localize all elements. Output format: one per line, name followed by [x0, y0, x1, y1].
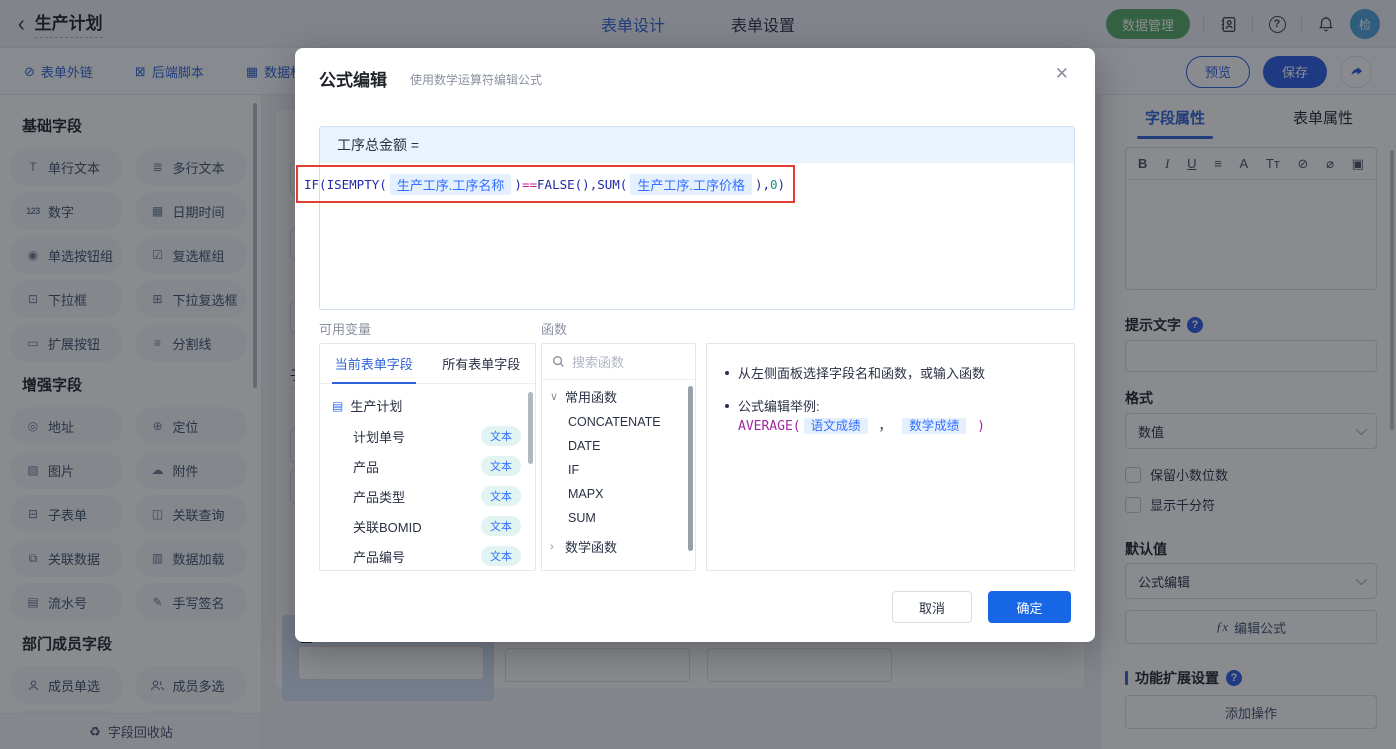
function-group-expanded[interactable]: ∨ 常用函数: [542, 380, 695, 410]
chevron-right-icon: ›: [550, 571, 560, 572]
variable-list: 计划单号文本产品文本产品类型文本关联BOMID文本产品编号文本产品名称文本: [320, 421, 535, 570]
dialog-title: 公式编辑: [319, 71, 387, 90]
field-token: 数学成绩: [902, 418, 967, 434]
variable-name: 计划单号: [353, 429, 406, 445]
functions-scrollbar[interactable]: [688, 386, 693, 551]
variable-tabs: 当前表单字段 所有表单字段: [320, 344, 535, 384]
form-doc-icon: ▤: [332, 398, 344, 413]
formula-token: FALSE(),SUM(: [537, 176, 628, 192]
functions-label: 函数: [541, 322, 568, 337]
function-item[interactable]: IF: [542, 458, 695, 482]
variable-type-badge: 文本: [481, 546, 521, 566]
formula-token: ),: [754, 176, 771, 192]
field-token: 语文成绩: [803, 418, 868, 434]
app-root: ‹ 生产计划 表单设计表单设置 数据管理 ? 检 ⊘表单外链⊠后端脚本▦数据权 …: [0, 0, 1396, 749]
bullet-icon: [725, 371, 729, 375]
dialog-subtitle: 使用数学运算符编辑公式: [410, 73, 543, 87]
variable-item[interactable]: 产品 文本: [320, 451, 535, 481]
function-search[interactable]: 搜索函数: [542, 344, 695, 380]
formula-target-field: 工序总金额 =: [320, 127, 1074, 163]
formula-editor-box: 工序总金额 =: [319, 126, 1075, 310]
function-item[interactable]: DATE: [542, 434, 695, 458]
variable-tab-current-form[interactable]: 当前表单字段: [320, 344, 428, 383]
close-icon[interactable]: ✕: [1055, 64, 1069, 84]
variable-type-badge: 文本: [481, 516, 521, 536]
formula-editor-dialog: 公式编辑 使用数学运算符编辑公式 ✕ 工序总金额 = IF(ISEMPTY(生产…: [295, 48, 1095, 642]
variable-name: 产品类型: [353, 489, 406, 505]
field-token: 生产工序.工序价格: [630, 173, 752, 195]
variable-item[interactable]: 产品类型 文本: [320, 481, 535, 511]
formula-token: ): [777, 176, 786, 192]
hint-line-1: 从左侧面板选择字段名和函数，或输入函数: [738, 366, 986, 381]
variable-item[interactable]: 计划单号 文本: [320, 421, 535, 451]
formula-token: ): [514, 176, 522, 192]
variable-name: 关联BOMID: [353, 519, 422, 535]
variable-type-badge: 文本: [481, 456, 521, 476]
function-search-placeholder: 搜索函数: [572, 355, 625, 370]
variable-type-badge: 文本: [481, 486, 521, 506]
cancel-button[interactable]: 取消: [892, 591, 972, 623]
function-item[interactable]: CONCATENATE: [542, 410, 695, 434]
hint-line-2: 公式编辑举例: AVERAGE(语文成绩 ， 数学成绩 ): [738, 398, 985, 434]
function-list: ∨常用函数CONCATENATEDATEIFMAPXSUM›数学函数›文本函数: [542, 380, 695, 572]
search-icon: [552, 355, 565, 368]
example-function: AVERAGE(: [738, 419, 801, 434]
variable-tab-all-forms[interactable]: 所有表单字段: [428, 344, 536, 383]
function-item[interactable]: SUM: [542, 506, 695, 530]
variables-label: 可用变量: [319, 322, 372, 337]
formula-token: 0: [770, 176, 778, 192]
bullet-icon: [725, 403, 729, 408]
variable-item[interactable]: 关联BOMID 文本: [320, 511, 535, 541]
variable-name: 产品编号: [353, 549, 406, 565]
chevron-right-icon: ›: [550, 540, 554, 553]
variables-scrollbar[interactable]: [528, 392, 533, 464]
function-group-collapsed[interactable]: ›文本函数: [542, 560, 695, 572]
formula-expression[interactable]: IF(ISEMPTY(生产工序.工序名称) == FALSE(),SUM(生产工序.…: [296, 165, 795, 203]
variable-name: 产品: [353, 459, 380, 475]
hints-pane: 从左侧面板选择字段名和函数，或输入函数 公式编辑举例: AVERAGE(语文成绩…: [706, 343, 1075, 571]
example-function: ): [969, 419, 985, 434]
confirm-button[interactable]: 确定: [988, 591, 1071, 623]
variable-item[interactable]: 产品编号 文本: [320, 541, 535, 570]
variables-pane: 当前表单字段 所有表单字段 ▤ 生产计划 计划单号 文本 产品 文本 产品类型 文本 关联BO…: [319, 343, 536, 571]
formula-token: ==: [521, 176, 538, 192]
field-token: 生产工序.工序名称: [389, 173, 512, 195]
formula-token: IF(ISEMPTY(: [304, 176, 387, 192]
chevron-down-icon: ∨: [550, 391, 559, 403]
function-item[interactable]: MAPX: [542, 482, 695, 506]
variable-type-badge: 文本: [481, 426, 521, 446]
functions-pane: 搜索函数 ∨常用函数CONCATENATEDATEIFMAPXSUM›数学函数›…: [541, 343, 696, 571]
function-group-collapsed[interactable]: › 数学函数: [542, 530, 695, 560]
variable-tree-root[interactable]: ▤ 生产计划: [320, 384, 535, 421]
